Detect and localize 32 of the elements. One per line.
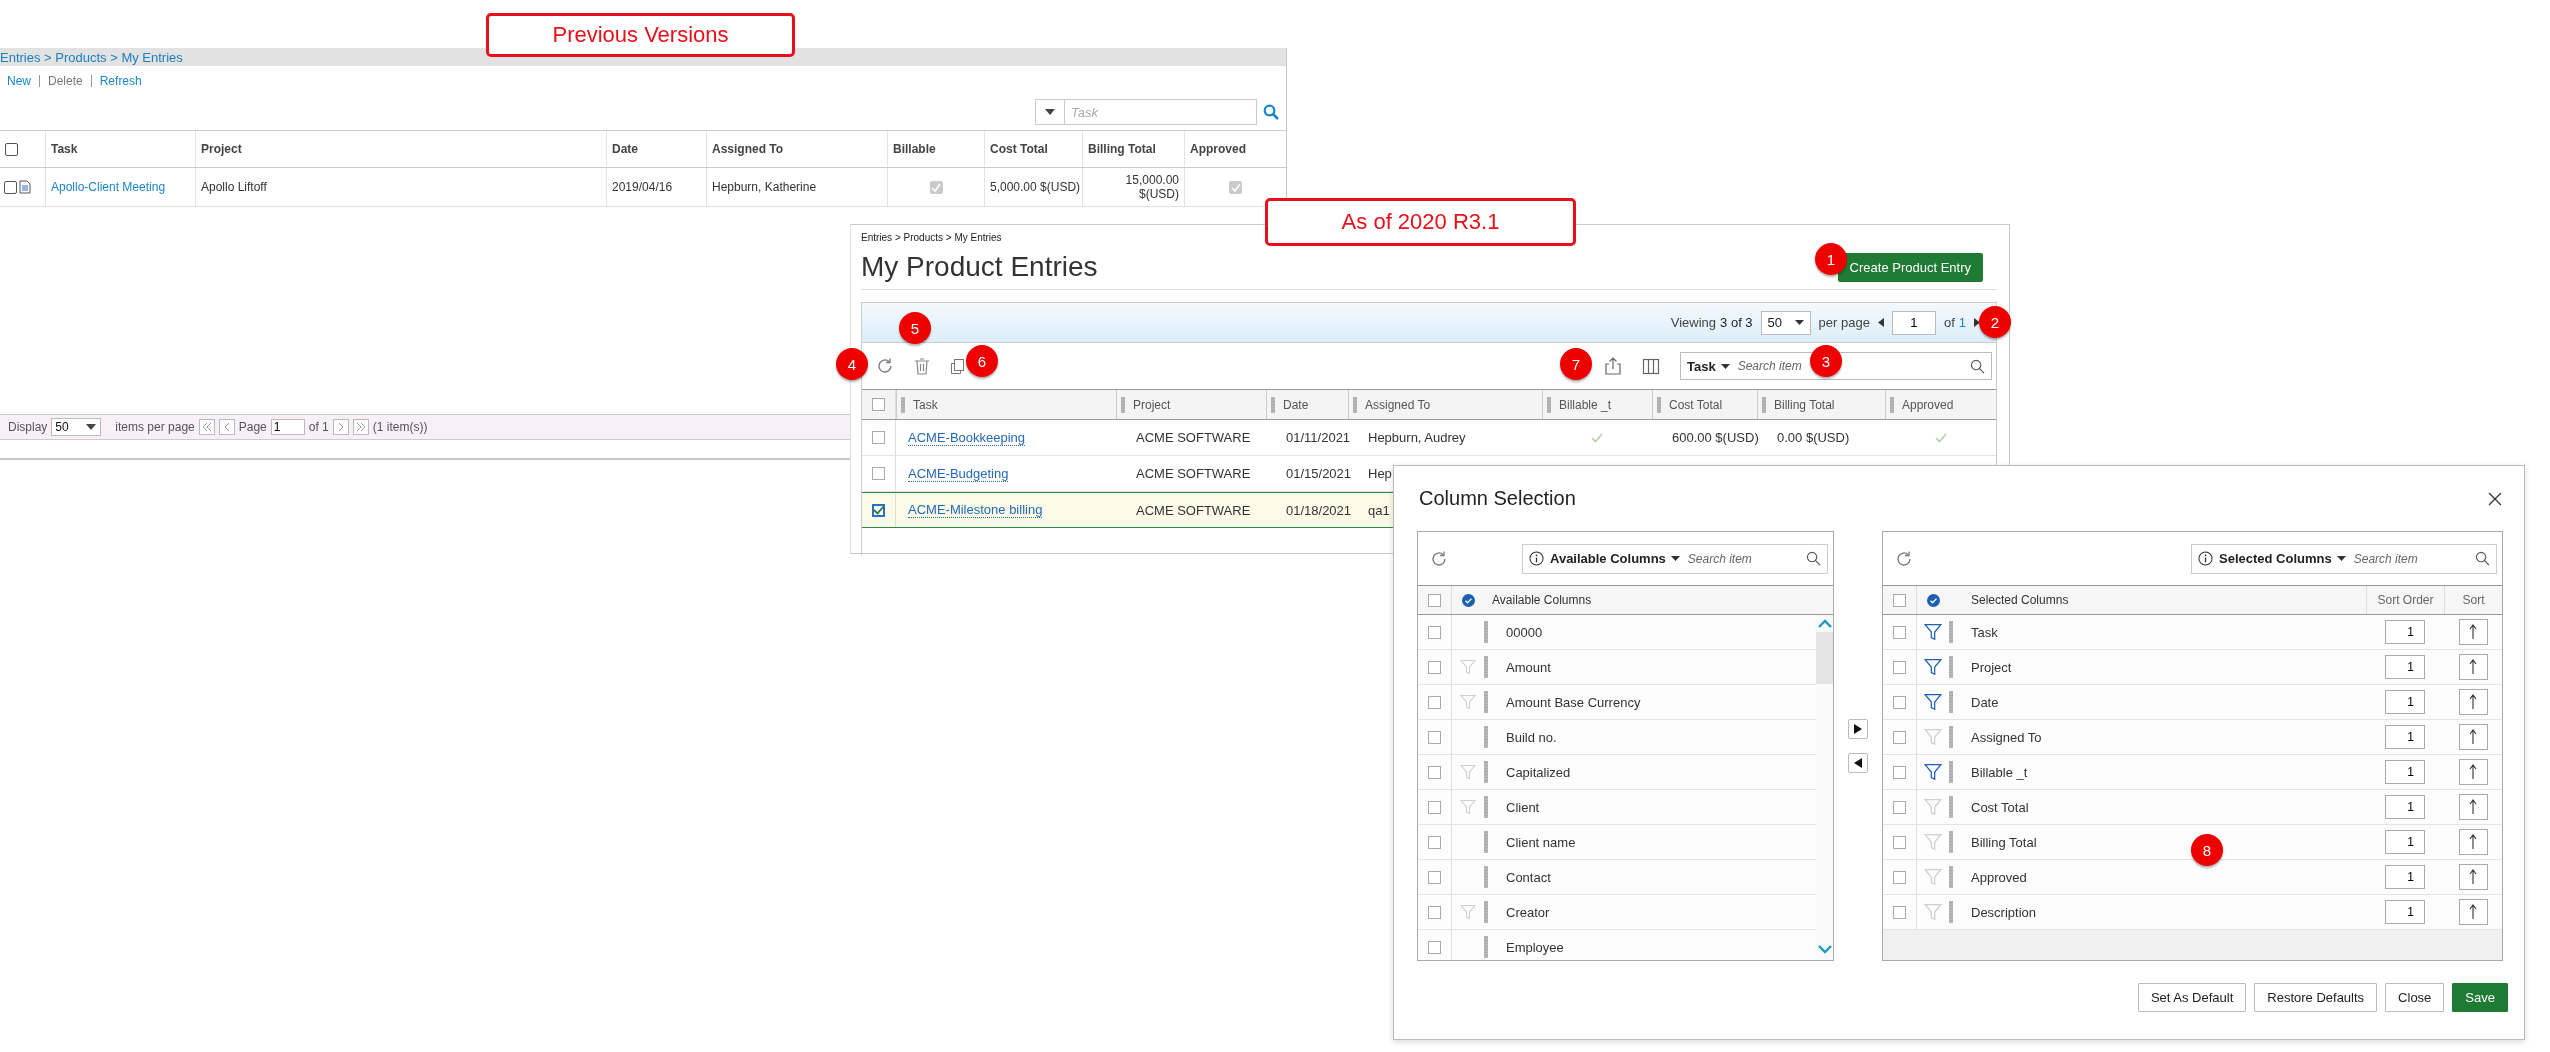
pager-label: per page [1818,315,1870,330]
pager-label: Display [8,420,48,434]
table-cell: 0.00 $(USD) [1777,430,1850,445]
table-cell: ACME SOFTWARE [1136,502,1251,518]
table-cell: 5,000.00 $(USD) [984,168,1082,206]
pager-label: of 1 [308,420,329,434]
table-cell: Hep [1368,466,1392,481]
table-cell: ACME SOFTWARE [1136,430,1251,445]
callout-label: Previous Versions [486,13,795,57]
table-cell: 600.00 $(USD) [1672,430,1759,445]
table-cell: 01/15/2021 [1286,466,1352,481]
table-cell: Hepburn, Katherine [706,168,887,206]
table-cell: ACME SOFTWARE [1136,466,1251,481]
column-header: Sort Order [2366,586,2444,614]
record-range: 3 of 3 [1720,315,1753,330]
table-cell: 2019/04/16 [606,168,706,206]
pager-label: items per page [115,420,195,434]
table-cell: 15,000.00 $(USD) [1082,168,1184,206]
page-title: My Product Entries [861,251,1098,283]
callout-label: As of 2020 R3.1 [1265,198,1576,246]
pager-label: Page [238,420,267,434]
column-header: Sort [2444,586,2502,614]
table-cell: 01/11/2021 [1286,430,1351,445]
table-cell: Apollo Liftoff [195,168,606,206]
column-header: Selected Columns [1970,592,2070,609]
pager-label: of [1943,315,1955,330]
pager-label: Viewing [1670,315,1717,330]
table-cell: qa1 [1368,502,1390,518]
table-cell: 01/18/2021 [1286,502,1352,518]
table-cell: Hepburn, Audrey [1368,430,1466,445]
item-count: (1 item(s)) [372,420,428,434]
column-header: Available Columns [1491,592,1593,609]
